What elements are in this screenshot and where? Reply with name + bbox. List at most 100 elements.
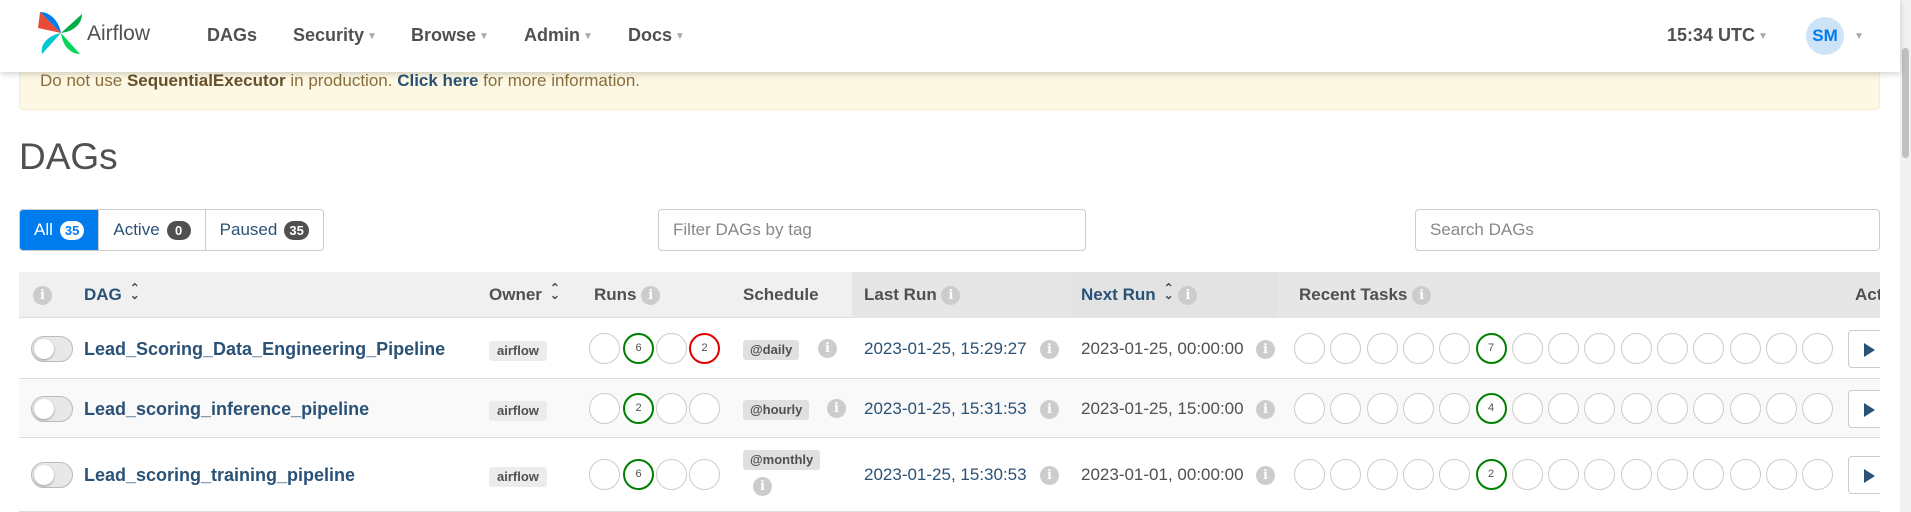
alert-link[interactable]: Click here [397,71,478,90]
dag-link[interactable]: Lead_scoring_training_pipeline [84,465,355,486]
trigger-dag-button[interactable] [1848,456,1880,494]
run-status-circle[interactable]: 2 [623,392,654,424]
nav-docs[interactable]: Docs ▼ [628,25,685,46]
recent-task-circle[interactable] [1584,459,1616,490]
recent-task-circle[interactable] [1294,332,1325,364]
last-run-link[interactable]: 2023-01-25, 15:29:27 [864,339,1027,359]
owner-badge[interactable]: airflow [489,400,547,421]
recent-task-circle[interactable] [1620,459,1652,490]
recent-task-circle[interactable] [1402,332,1434,364]
sort-icon[interactable]: ⌃ ⌄ [130,282,140,301]
dag-link[interactable]: Lead_Scoring_Data_Engineering_Pipeline [84,339,445,360]
owner-header[interactable]: Owner ⌃ ⌄ [489,282,560,305]
recent-task-circle[interactable] [1620,392,1652,424]
search-dags-input[interactable] [1415,209,1880,251]
utc-clock[interactable]: 15:34 UTC ▼ [1667,25,1768,46]
recent-task-circle[interactable] [1584,392,1616,424]
recent-task-circle[interactable] [1729,392,1761,424]
recent-task-circle[interactable] [1548,459,1580,490]
info-icon[interactable]: i [1256,399,1275,419]
recent-task-circle[interactable] [1802,392,1834,424]
trigger-dag-button[interactable] [1848,329,1880,368]
schedule-badge[interactable]: @monthly [743,450,821,470]
owner-badge[interactable]: airflow [489,467,547,487]
nav-browse[interactable]: Browse ▼ [411,25,489,46]
run-status-circle[interactable] [656,392,687,424]
schedule-badge[interactable]: @hourly [743,399,810,420]
info-icon[interactable]: i [1040,399,1059,419]
next-run-header[interactable]: Next Run ⌃ ⌄ i [1081,282,1198,305]
nav-security[interactable]: Security ▼ [293,25,377,46]
recent-task-circle[interactable] [1511,392,1543,424]
run-status-circle[interactable] [689,392,720,424]
recent-task-circle[interactable] [1402,392,1434,424]
info-icon[interactable]: i [941,286,961,305]
recent-task-circle[interactable]: 2 [1475,459,1507,490]
recent-task-circle[interactable] [1802,459,1834,490]
recent-task-circle[interactable] [1402,459,1434,490]
recent-task-circle[interactable] [1439,332,1471,364]
recent-task-circle[interactable] [1330,459,1362,490]
tab-all[interactable]: All 35 [20,210,100,250]
recent-task-circle[interactable] [1584,332,1616,364]
recent-task-circle[interactable] [1657,459,1688,490]
run-status-circle[interactable]: 2 [689,332,720,364]
info-icon[interactable]: i [753,477,772,496]
recent-task-circle[interactable] [1765,459,1797,490]
tag-filter-input[interactable] [658,209,1086,251]
recent-task-circle[interactable] [1366,392,1398,424]
recent-task-circle[interactable] [1439,459,1471,490]
recent-task-circle[interactable] [1330,332,1362,364]
info-icon[interactable]: i [1178,286,1198,305]
dag-header[interactable]: DAG ⌃ ⌄ [84,282,140,305]
info-icon[interactable]: i [818,338,837,358]
info-icon[interactable]: i [33,286,52,305]
recent-task-circle[interactable] [1693,332,1725,364]
info-icon[interactable]: i [1040,339,1059,359]
nav-dags[interactable]: DAGs [207,25,257,46]
recent-task-circle[interactable] [1765,332,1797,364]
page-scrollbar[interactable] [1900,0,1911,512]
recent-task-circle[interactable] [1548,392,1580,424]
run-status-circle[interactable] [656,459,687,490]
trigger-dag-button[interactable] [1848,389,1880,428]
sort-icon[interactable]: ⌃ ⌄ [1164,282,1174,301]
recent-task-circle[interactable] [1765,392,1797,424]
info-icon[interactable]: i [1256,339,1275,359]
run-status-circle[interactable] [589,392,620,424]
last-run-link[interactable]: 2023-01-25, 15:30:53 [864,465,1027,485]
recent-task-circle[interactable] [1620,332,1652,364]
run-status-circle[interactable] [589,332,620,364]
recent-task-circle[interactable] [1294,459,1325,490]
recent-task-circle[interactable] [1548,332,1580,364]
nav-admin[interactable]: Admin ▼ [524,25,593,46]
info-icon[interactable]: i [641,286,661,305]
schedule-badge[interactable]: @daily [743,339,800,360]
run-status-circle[interactable] [689,459,720,490]
info-icon[interactable]: i [1256,466,1275,485]
info-icon[interactable]: i [827,398,846,418]
tab-paused[interactable]: Paused 35 [206,210,323,250]
recent-task-circle[interactable] [1330,392,1362,424]
run-status-circle[interactable]: 6 [623,332,654,364]
brand-name[interactable]: Airflow [87,22,150,46]
run-status-circle[interactable]: 6 [623,459,654,490]
pause-toggle[interactable] [31,335,73,362]
recent-task-circle[interactable] [1693,459,1725,490]
chevron-down-icon[interactable]: ▼ [1854,31,1864,42]
last-run-link[interactable]: 2023-01-25, 15:31:53 [864,399,1027,419]
recent-task-circle[interactable] [1439,392,1471,424]
info-icon[interactable]: i [1412,286,1432,305]
recent-task-circle[interactable] [1802,332,1834,364]
run-status-circle[interactable] [656,332,687,364]
recent-task-circle[interactable]: 4 [1475,392,1507,424]
dag-link[interactable]: Lead_scoring_inference_pipeline [84,399,369,420]
pause-toggle[interactable] [31,395,73,422]
recent-task-circle[interactable] [1657,332,1688,364]
recent-task-circle[interactable] [1657,392,1688,424]
run-status-circle[interactable] [589,459,620,490]
recent-task-circle[interactable] [1366,332,1398,364]
info-icon[interactable]: i [1040,466,1059,485]
user-avatar[interactable]: SM [1806,17,1844,55]
airflow-logo-icon[interactable] [36,10,86,56]
